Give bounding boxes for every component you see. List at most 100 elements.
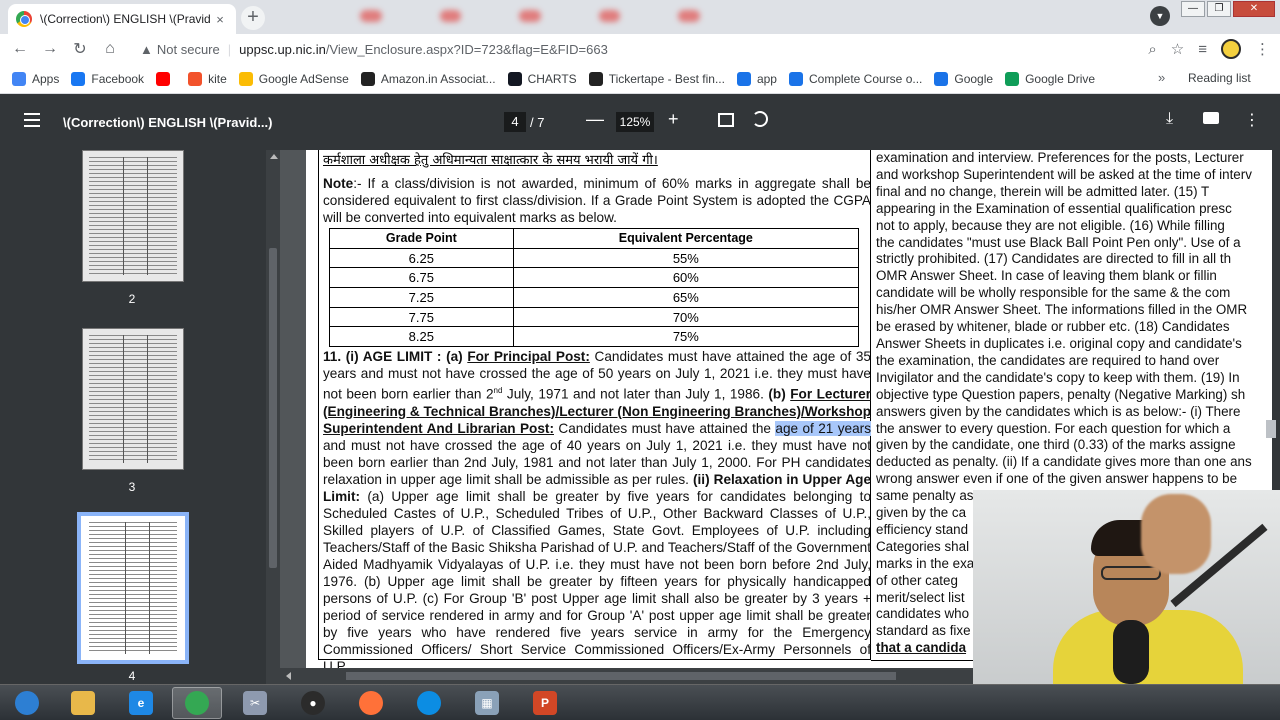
bookmark-item[interactable]: Apps [12,71,59,86]
bookmark-label: Facebook [91,71,145,86]
bookmark-item[interactable]: app [736,71,777,86]
bookmark-item[interactable]: Facebook [71,71,145,86]
horizontal-scrollbar[interactable] [280,668,974,684]
taskbar-ie[interactable]: e [116,687,166,719]
browser-toolbar: ← → ↻ ⌂ ▲ Not secure | uppsc.up.nic.in /… [0,34,1280,64]
browser-tab[interactable]: \(Correction\) ENGLISH \(Pravid × [8,4,236,34]
chevron-icon [736,71,751,86]
webcam-overlay [973,490,1280,684]
note-text: :- If a class/division is not awarded, m… [323,176,871,225]
chrome-menu-icon[interactable]: ⋮ [1255,40,1270,58]
profile-avatar[interactable] [1221,39,1241,59]
taskbar-explorer[interactable] [58,687,108,719]
thumbnail-page-3[interactable] [82,328,184,470]
bookmark-label: Complete Course o... [808,71,923,86]
presenter-glasses [1101,566,1161,580]
bookmark-item[interactable]: Google Drive [1005,71,1095,86]
url-path[interactable]: /View_Enclosure.aspx?ID=723&flag=E&FID=6… [326,42,608,57]
taskbar-powerpoint[interactable]: P [520,687,570,719]
thumbnail-label: 4 [128,669,136,683]
table-row: 7.75 70% [329,306,860,328]
bookmark-item[interactable] [156,71,176,86]
warning-triangle-icon[interactable]: ▲ [140,42,153,57]
address-bar[interactable]: ▲ Not secure | uppsc.up.nic.in /View_Enc… [130,37,1180,61]
blurred-tabs [360,10,700,24]
bookmark-item[interactable]: Google AdSense [238,71,349,86]
selected-text-highlight[interactable]: age of 21 years [775,420,872,436]
pdf-more-icon[interactable]: ⋮ [1244,110,1260,130]
taskbar-obs[interactable]: ● [288,687,338,719]
reading-list-button[interactable]: Reading list [1188,71,1251,85]
page-total: / 7 [530,115,545,130]
tab-close-icon[interactable]: × [212,12,228,27]
close-window-button[interactable]: ✕ [1233,1,1275,17]
zoom-in-button[interactable]: + [668,109,679,130]
page-scroll-handle[interactable] [1266,420,1276,438]
right-column-line: deducted as penalty. (ii) If a candidate… [876,454,1252,470]
new-tab-button[interactable]: + [241,6,265,30]
download-icon[interactable]: ⤓ [1166,110,1173,128]
pdf-title: \(Correction\) ENGLISH \(Pravid...) [63,115,273,130]
adsense-icon [238,71,253,86]
scroll-up-arrow-icon[interactable] [270,154,278,159]
grade-cell: 6.25 [329,247,514,269]
bookmark-item[interactable]: kite [188,71,227,86]
fit-to-page-icon[interactable] [718,113,734,127]
address-separator: | [227,41,232,57]
start-button[interactable] [2,687,52,719]
zoom-magnifier-icon[interactable]: ⌕ [1148,41,1156,58]
horizontal-scroll-handle[interactable] [346,672,896,680]
note-label: Note [323,176,354,191]
firefox-icon [359,691,383,715]
rotate-icon[interactable] [752,111,768,127]
item-b-label: (b) [768,386,791,402]
google-icon [934,71,949,86]
bookmark-item[interactable]: Complete Course o... [788,71,923,86]
page-number-input[interactable]: 4 [504,112,526,132]
grade-table: Grade Point Equivalent Percentage 6.25 55… [329,228,860,348]
sidebar-scrollbar[interactable] [266,150,280,684]
bookmark-item[interactable]: Google [934,71,993,86]
toolbar-actions: ⌕ ☆ ≡ ⋮ [1148,34,1270,64]
grade-cell: 7.25 [329,287,514,308]
bookmark-label: Tickertape - Best fin... [608,71,725,86]
thumbnail-page-4[interactable] [77,512,189,664]
media-queue-icon[interactable]: ≡ [1198,41,1207,58]
home-icon[interactable]: ⌂ [95,40,125,58]
bookmarks-overflow-button[interactable]: » [1158,70,1165,85]
percentage-cell: 60% [512,267,860,289]
bookmark-item[interactable]: CHARTS [507,71,577,86]
scroll-left-arrow-icon[interactable] [286,672,291,680]
url-host[interactable]: uppsc.up.nic.in [239,42,326,57]
right-column-line: not to apply, because they are not eligi… [876,217,1225,233]
forward-arrow-icon[interactable]: → [35,40,65,58]
table-row: 6.75 60% [329,267,860,289]
right-column-line: his/her OMR Answer Sheet. The informatio… [876,302,1248,318]
zoom-out-button[interactable]: — [586,109,604,130]
minimize-button[interactable]: — [1181,1,1205,17]
back-arrow-icon[interactable]: ← [5,40,35,58]
course-icon [788,71,803,86]
print-icon[interactable] [1203,112,1219,124]
bookmark-item[interactable]: Amazon.in Associat... [360,71,496,86]
bookmark-item[interactable]: Tickertape - Best fin... [588,71,725,86]
maximize-button[interactable]: ❐ [1207,1,1231,17]
powerpoint-icon: P [533,691,557,715]
thumbnail-page-2[interactable] [82,150,184,282]
reload-icon[interactable]: ↻ [65,39,95,59]
chrome-favicon-icon [16,11,32,27]
zoom-level-input[interactable]: 125% [616,112,654,132]
taskbar-calculator[interactable]: ▦ [462,687,512,719]
taskbar-chrome[interactable] [172,687,222,719]
taskbar-firefox[interactable] [346,687,396,719]
taskbar-snip[interactable]: ✂ [230,687,280,719]
right-column-line: answers given by the candidates which is… [876,403,1241,419]
percentage-cell: 75% [512,326,860,348]
tab-search-icon[interactable]: ▼ [1150,6,1170,26]
sidebar-menu-icon[interactable] [24,113,40,131]
taskbar-edge[interactable] [404,687,454,719]
bookmark-star-icon[interactable]: ☆ [1171,40,1184,58]
note-paragraph: Note:- If a class/division is not awarde… [323,175,871,226]
sidebar-scroll-handle[interactable] [269,248,277,568]
not-secure-label[interactable]: Not secure [157,42,220,57]
